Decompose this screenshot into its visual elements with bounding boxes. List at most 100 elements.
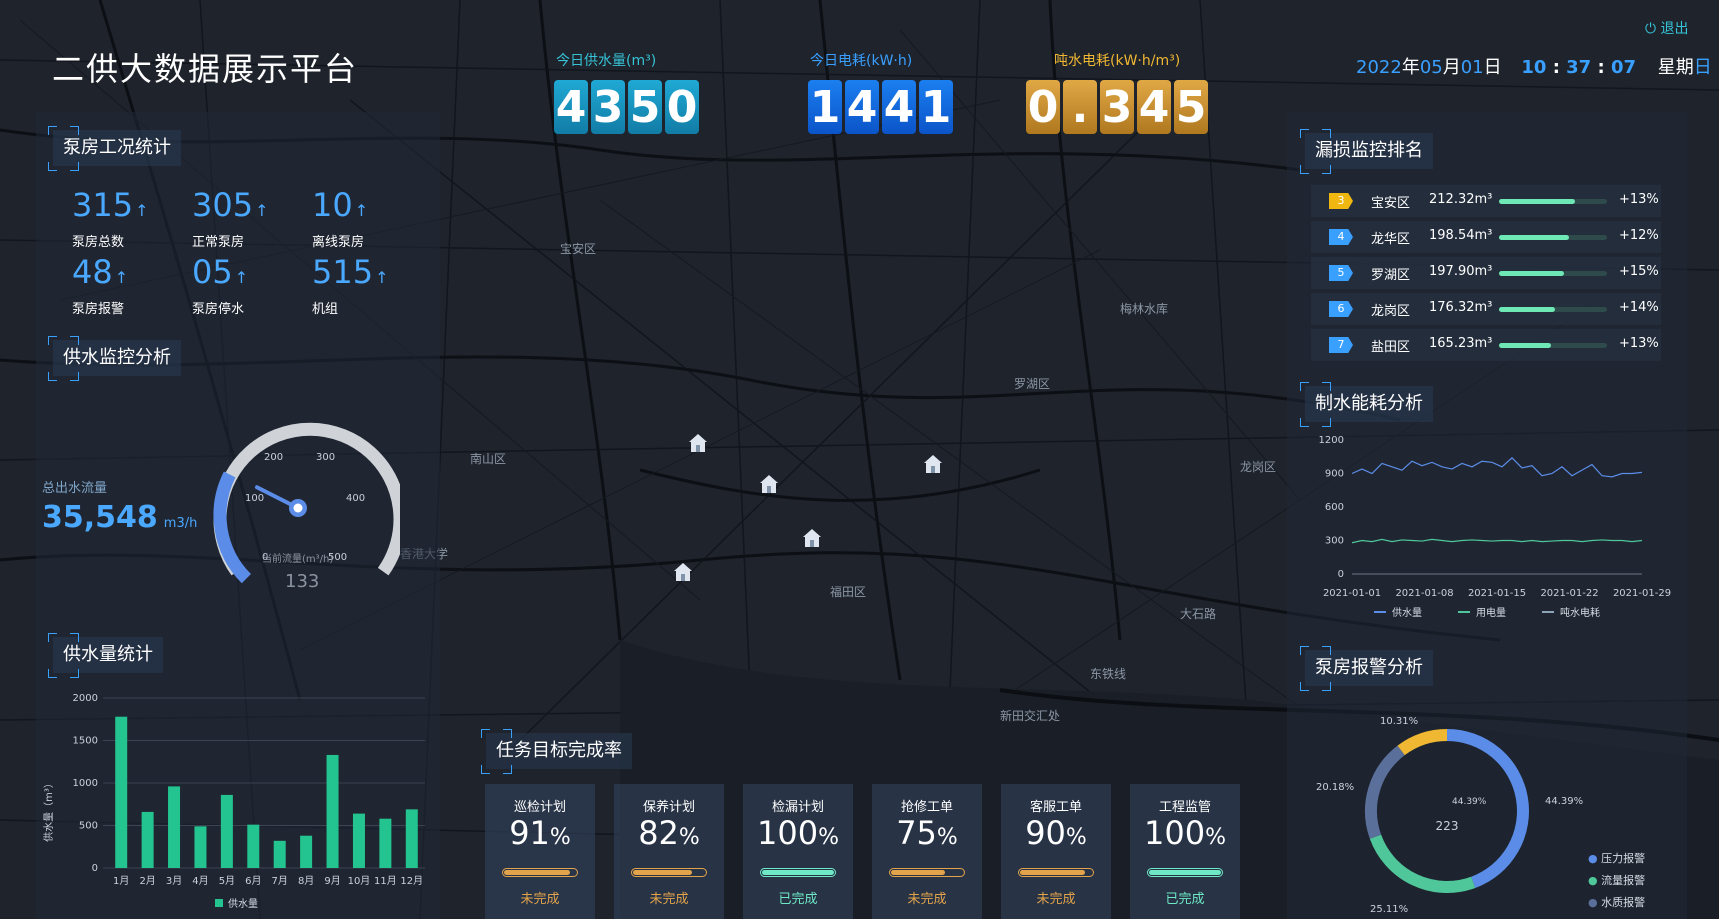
- digit: 4: [1137, 80, 1171, 134]
- rank-change: +15%: [1619, 264, 1659, 279]
- task-card[interactable]: 保养计划 82% 未完成: [614, 784, 724, 919]
- corner-bracket: [1300, 682, 1309, 691]
- stat-value: 515 ↑: [312, 253, 388, 291]
- bar[interactable]: [141, 811, 154, 868]
- stat-number: 05: [192, 253, 233, 291]
- corner-bracket: [70, 372, 79, 381]
- chart-legend: 供水量: [228, 897, 258, 910]
- pump-house-marker[interactable]: [672, 561, 694, 583]
- corner-bracket: [70, 669, 79, 678]
- rank-change: +14%: [1619, 300, 1659, 315]
- pump-house-marker[interactable]: [758, 473, 780, 495]
- bar[interactable]: [247, 824, 260, 868]
- digit: .: [1063, 80, 1097, 134]
- bar[interactable]: [115, 716, 128, 868]
- task-card[interactable]: 检漏计划 100% 已完成: [743, 784, 853, 919]
- alarm-legend-item: ● 压力报警: [1588, 850, 1645, 866]
- pump-house-marker[interactable]: [922, 453, 944, 475]
- bar[interactable]: [352, 813, 365, 868]
- corner-bracket: [481, 765, 490, 774]
- supply-volume-chart: 供水量（m³） 0 500 1000 1500 2000 1月 2月 3月 4月 5月 6月 7月 8…: [42, 693, 425, 910]
- metric-digits-supply: 4 3 5 0: [554, 80, 699, 134]
- metric-label-ratio: 吨水电耗(kW·h/m³): [1054, 53, 1181, 69]
- clock-hours: 10: [1521, 57, 1547, 78]
- x-tick-label: 12月: [400, 875, 423, 887]
- rank-value: 198.54m³: [1429, 228, 1493, 243]
- corner-bracket: [1322, 129, 1331, 138]
- map-label: 梅林水库: [1120, 302, 1169, 316]
- exit-button[interactable]: ⏻ 退出: [1645, 18, 1689, 38]
- rank-row[interactable]: 3 宝安区 212.32m³ +13%: [1311, 185, 1661, 217]
- stat-number: 48: [72, 253, 113, 291]
- rank-district: 宝安区: [1371, 196, 1411, 211]
- up-arrow-icon: ↑: [354, 201, 369, 220]
- task-status: 未完成: [907, 892, 947, 907]
- task-card[interactable]: 抢修工单 75% 未完成: [872, 784, 982, 919]
- section-title-supply-volume: 供水量统计: [53, 637, 163, 673]
- task-card[interactable]: 巡检计划 91% 未完成: [485, 784, 595, 919]
- up-arrow-icon: ↑: [114, 268, 129, 287]
- bar[interactable]: [273, 840, 286, 868]
- gauge-value: 133: [285, 571, 319, 592]
- y-tick-label: 1500: [73, 736, 98, 747]
- task-name: 巡检计划: [513, 800, 566, 815]
- dot-icon: ●: [1588, 896, 1598, 909]
- dot-icon: ●: [1588, 874, 1598, 887]
- bar[interactable]: [168, 786, 181, 868]
- legend-swatch: [215, 899, 223, 907]
- datetime: 2022年05月01日 10 : 37 : 07 星期日: [1356, 53, 1712, 79]
- rank-badge: 3: [1329, 193, 1353, 209]
- bar[interactable]: [405, 809, 418, 868]
- rank-progress-fill: [1499, 199, 1575, 204]
- task-card[interactable]: 工程监管 100% 已完成: [1130, 784, 1240, 919]
- task-name: 客服工单: [1029, 800, 1082, 815]
- chart-ylabel: 供水量（m³）: [42, 778, 55, 842]
- rank-progress: [1499, 271, 1607, 276]
- task-name: 工程监管: [1158, 800, 1211, 815]
- pump-house-marker[interactable]: [801, 527, 823, 549]
- gauge-tick: 200: [264, 452, 283, 463]
- task-card[interactable]: 客服工单 90% 未完成: [1001, 784, 1111, 919]
- rank-row[interactable]: 7 盐田区 165.23m³ +13%: [1311, 329, 1661, 361]
- rank-row[interactable]: 4 龙华区 198.54m³ +12%: [1311, 221, 1661, 253]
- x-tick-label: 2月: [139, 875, 155, 887]
- bar[interactable]: [220, 794, 233, 868]
- legend-label: 流量报警: [1601, 874, 1646, 887]
- bar[interactable]: [300, 835, 313, 868]
- pump-house-marker[interactable]: [687, 432, 709, 454]
- rank-row[interactable]: 5 罗湖区 197.90m³ +15%: [1311, 257, 1661, 289]
- donut-slice[interactable]: [1365, 745, 1405, 839]
- rank-change: +12%: [1619, 228, 1659, 243]
- legend-label: 压力报警: [1601, 852, 1646, 865]
- rank-district: 龙华区: [1371, 232, 1411, 247]
- digit: 4: [554, 80, 588, 134]
- corner-bracket: [70, 162, 79, 171]
- donut-slice[interactable]: [1397, 729, 1448, 756]
- rank-progress: [1499, 343, 1607, 348]
- bar[interactable]: [379, 818, 392, 868]
- series-line[interactable]: [1351, 538, 1643, 544]
- donut-total: 223: [1436, 819, 1459, 833]
- task-percent: 100%: [1144, 814, 1226, 852]
- x-tick-label: 9月: [324, 875, 340, 887]
- section-title-tasks: 任务目标完成率: [486, 733, 632, 769]
- task-progress-fill: [633, 870, 693, 875]
- corner-bracket: [48, 162, 57, 171]
- task-progress-fill: [1149, 870, 1221, 875]
- task-status: 已完成: [778, 892, 818, 907]
- donut-slice[interactable]: [1369, 834, 1476, 893]
- y-tick-label: 500: [79, 821, 98, 832]
- map-label: 罗湖区: [1014, 377, 1051, 391]
- task-name: 保养计划: [642, 800, 695, 815]
- gauge-tick: 400: [346, 493, 365, 504]
- task-percent: 75%: [896, 814, 958, 852]
- donut-slice[interactable]: [1446, 729, 1529, 888]
- section-title-leak-rank: 漏损监控排名: [1305, 133, 1433, 169]
- series-line[interactable]: [1351, 457, 1643, 478]
- date-day: 01: [1460, 57, 1484, 78]
- bar[interactable]: [194, 826, 207, 868]
- corner-bracket: [48, 669, 57, 678]
- bar[interactable]: [326, 754, 339, 868]
- rank-row[interactable]: 6 龙岗区 176.32m³ +14%: [1311, 293, 1661, 325]
- task-progress-fill: [891, 870, 945, 875]
